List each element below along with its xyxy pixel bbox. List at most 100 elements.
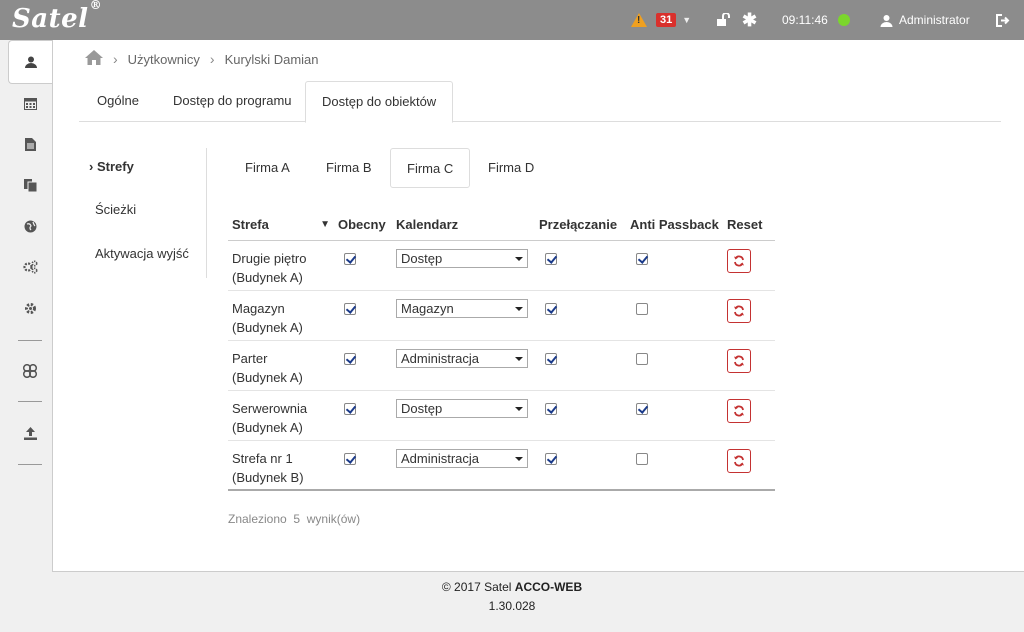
zone-building: (Budynek A) <box>232 419 303 435</box>
column-header-present: Obecny <box>334 210 392 241</box>
footer-version: 1.30.028 <box>488 599 536 613</box>
antipassback-checkbox[interactable] <box>636 302 648 315</box>
antipassback-checkbox[interactable] <box>636 452 648 465</box>
reset-button[interactable] <box>727 348 751 373</box>
sidebar-item-upload[interactable] <box>8 413 52 453</box>
sidebar <box>0 40 53 572</box>
calendar-select[interactable]: Dostęp <box>396 398 528 418</box>
calendar-cell: Dostęp <box>392 390 535 441</box>
present-checkbox[interactable] <box>344 352 356 365</box>
switching-checkbox[interactable] <box>545 402 557 415</box>
alerts-dropdown[interactable]: 31 ▼ <box>656 0 691 40</box>
subnav-item-zones[interactable]: › Strefy <box>89 159 134 174</box>
tab-company-c[interactable]: Firma C <box>390 148 471 188</box>
sidebar-item-network[interactable] <box>8 351 52 391</box>
chevron-down-icon <box>515 356 523 361</box>
chevron-right-icon: › <box>209 51 215 67</box>
unlock-icon[interactable] <box>716 0 732 40</box>
subnav-item-output-activation[interactable]: Aktywacja wyjść <box>95 246 189 261</box>
sidebar-item-documents[interactable] <box>8 165 52 205</box>
sidebar-item-calendar[interactable] <box>8 83 52 123</box>
calendar-icon <box>23 97 37 110</box>
switching-checkbox[interactable] <box>545 302 557 315</box>
present-checkbox[interactable] <box>344 402 356 415</box>
calendar-cell: Magazyn <box>392 290 535 341</box>
chevron-down-icon <box>515 406 523 411</box>
asterisk-icon[interactable]: ✱ <box>742 0 757 40</box>
calendar-select[interactable]: Dostęp <box>396 248 528 268</box>
breadcrumb-users[interactable]: Użytkownicy <box>128 52 200 67</box>
tab-company-d[interactable]: Firma D <box>472 148 550 188</box>
tab-company-a[interactable]: Firma A <box>229 148 306 188</box>
breadcrumb: › Użytkownicy › Kurylski Damian <box>85 50 319 68</box>
reset-button[interactable] <box>727 248 751 273</box>
zone-cell: Magazyn (Budynek A) <box>228 290 334 341</box>
refresh-icon <box>734 305 744 316</box>
subnav-item-paths[interactable]: Ścieżki <box>95 202 136 217</box>
table-row: Magazyn (Budynek A) Magazyn <box>228 290 775 341</box>
reset-button[interactable] <box>727 298 751 323</box>
switching-cell <box>535 390 626 441</box>
zone-name: Magazyn <box>232 300 285 316</box>
calendar-cell: Administracja <box>392 340 535 391</box>
chevron-right-icon: › <box>113 51 118 67</box>
switching-checkbox[interactable] <box>545 452 557 465</box>
refresh-icon <box>734 355 744 366</box>
home-icon[interactable] <box>85 50 103 68</box>
sidebar-item-document[interactable] <box>8 124 52 164</box>
antipassback-checkbox[interactable] <box>636 352 648 365</box>
reset-cell <box>723 240 775 291</box>
warning-icon[interactable]: ! <box>631 0 647 40</box>
zone-name: Drugie piętro <box>232 250 307 266</box>
sidebar-item-settings[interactable] <box>8 288 52 328</box>
refresh-icon <box>734 255 744 266</box>
present-checkbox[interactable] <box>344 302 356 315</box>
zone-building: (Budynek A) <box>232 369 303 385</box>
globe-icon <box>24 220 36 232</box>
present-checkbox[interactable] <box>344 452 356 465</box>
present-cell <box>334 240 392 291</box>
present-checkbox[interactable] <box>344 252 356 265</box>
tab-program-access[interactable]: Dostęp do programu <box>157 81 308 122</box>
tab-company-b[interactable]: Firma B <box>310 148 388 188</box>
present-cell <box>334 390 392 441</box>
footer: © 2017 Satel ACCO-WEB 1.30.028 <box>0 578 1024 616</box>
results-count: Znaleziono 5 wynik(ów) <box>228 512 361 526</box>
sidebar-item-users[interactable] <box>8 40 53 84</box>
column-header-switching: Przełączanie <box>535 210 626 241</box>
antipassback-checkbox[interactable] <box>636 402 648 415</box>
clock-time: 09:11:46 <box>782 13 828 27</box>
reset-button[interactable] <box>727 398 751 423</box>
table-row: Parter (Budynek A) Administracja <box>228 340 775 391</box>
switching-checkbox[interactable] <box>545 352 557 365</box>
refresh-icon <box>734 405 744 416</box>
zone-building: (Budynek B) <box>232 469 304 485</box>
user-icon <box>880 14 893 27</box>
present-cell <box>334 290 392 341</box>
status-indicator <box>838 0 850 40</box>
user-menu[interactable]: Administrator <box>880 0 970 40</box>
tab-object-access[interactable]: Dostęp do obiektów <box>305 81 454 123</box>
column-header-calendar: Kalendarz <box>392 210 535 241</box>
antipassback-checkbox[interactable] <box>636 252 648 265</box>
calendar-select[interactable]: Magazyn <box>396 298 528 318</box>
column-header-antipassback: Anti Passback <box>626 210 723 241</box>
zone-name: Parter <box>232 350 268 366</box>
sidebar-item-gears[interactable] <box>8 247 52 287</box>
column-header-zone[interactable]: Strefa ▼ <box>228 210 334 241</box>
chevron-right-icon: › <box>89 159 94 174</box>
calendar-select[interactable]: Administracja <box>396 448 528 468</box>
calendar-select[interactable]: Administracja <box>396 348 528 368</box>
antipassback-cell <box>626 440 723 491</box>
tab-general[interactable]: Ogólne <box>81 81 155 122</box>
calendar-cell: Dostęp <box>392 240 535 291</box>
reset-button[interactable] <box>727 448 751 473</box>
sort-desc-icon[interactable]: ▼ <box>320 219 330 230</box>
upload-icon <box>23 426 37 440</box>
switching-checkbox[interactable] <box>545 252 557 265</box>
logout-icon[interactable] <box>996 0 1010 40</box>
zone-building: (Budynek A) <box>232 319 303 335</box>
sidebar-item-globe[interactable] <box>8 206 52 246</box>
sidebar-divider <box>18 464 42 465</box>
zone-cell: Strefa nr 1 (Budynek B) <box>228 440 334 491</box>
